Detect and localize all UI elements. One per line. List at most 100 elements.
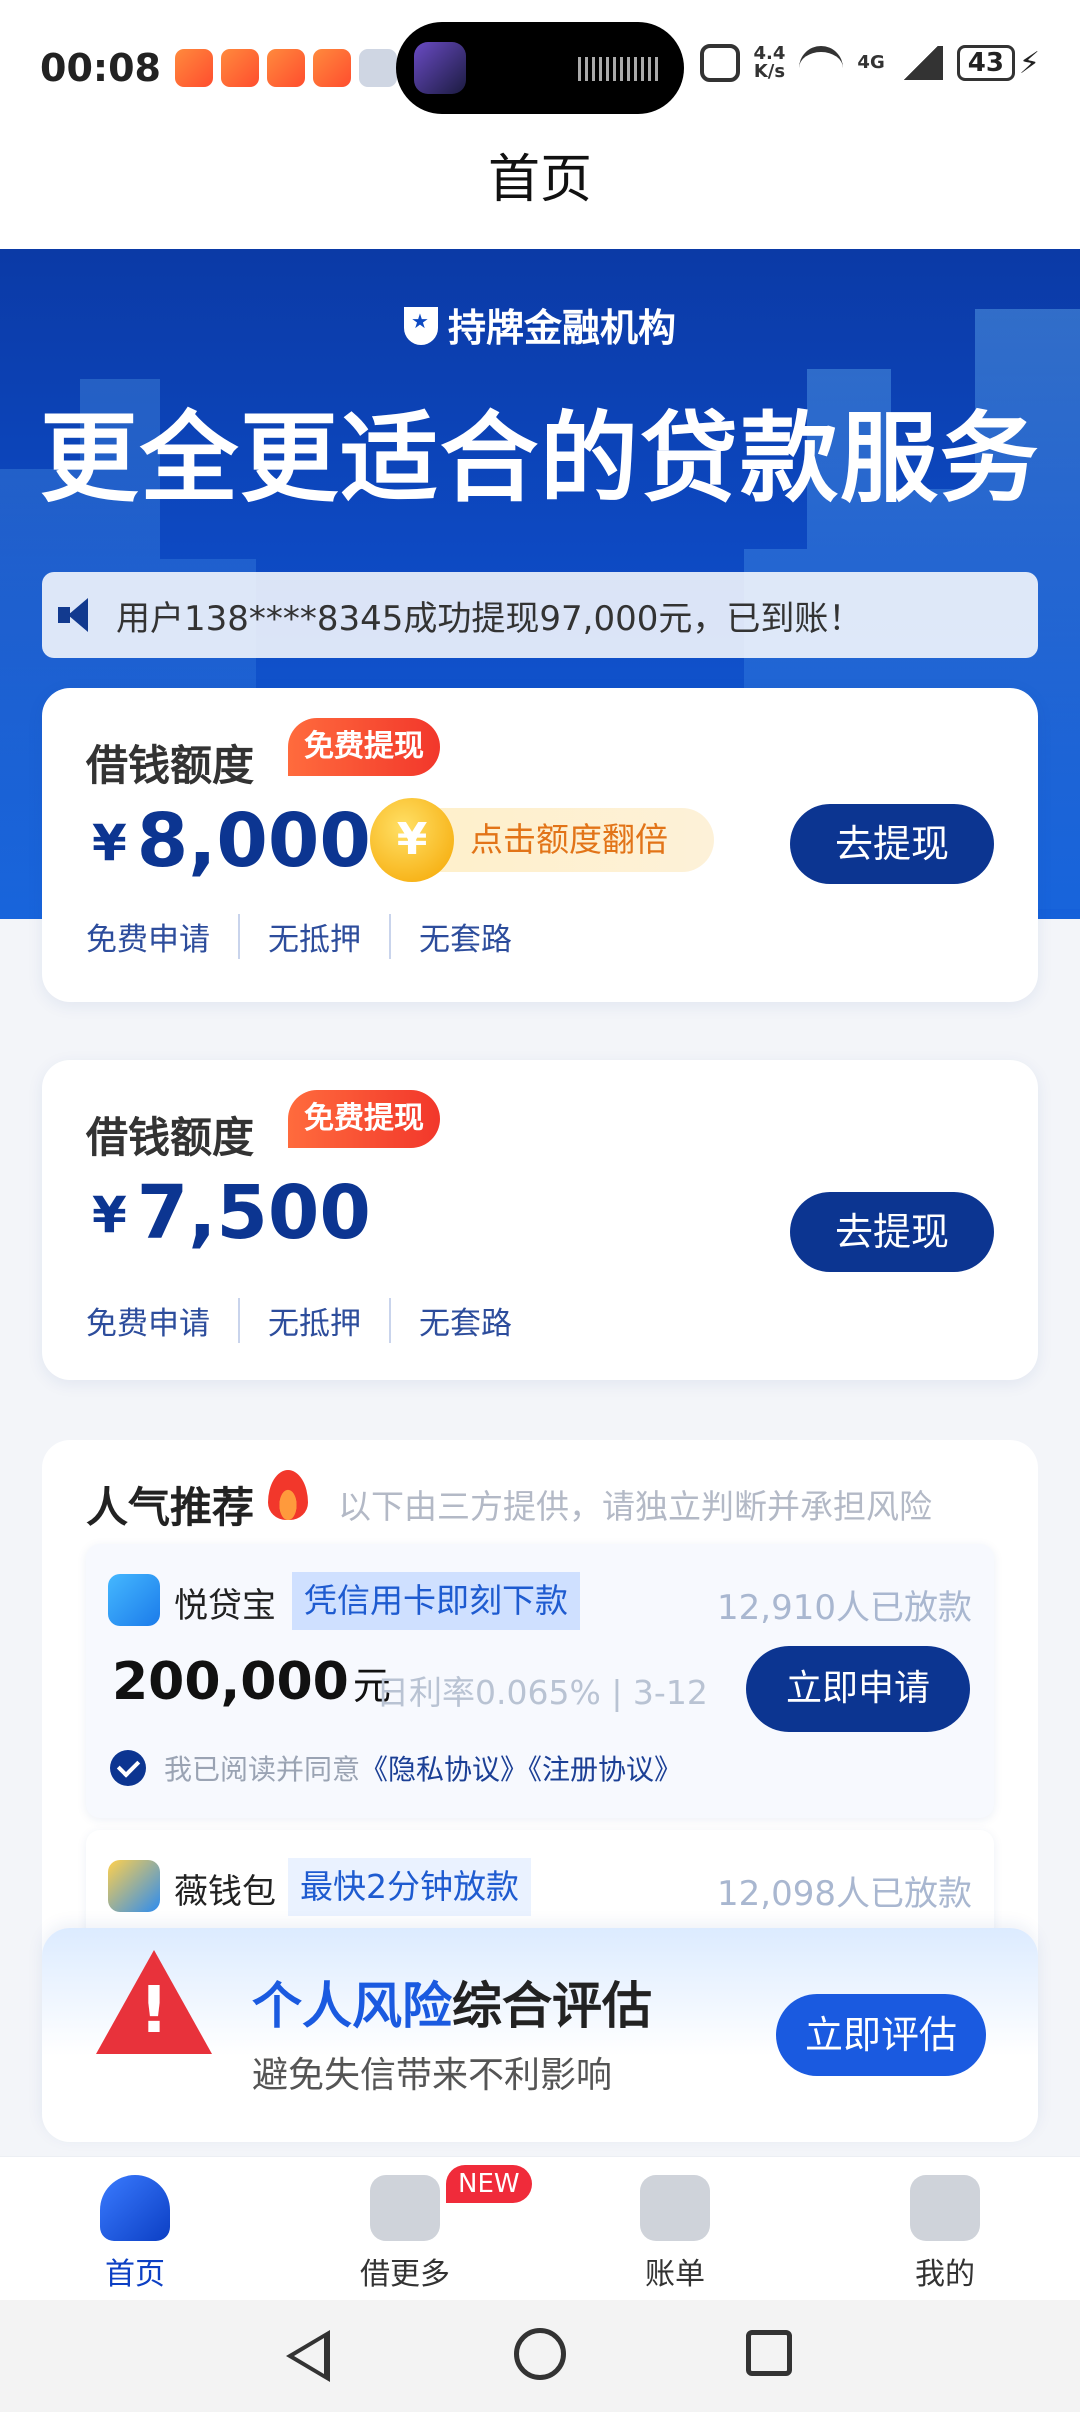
- notification-app-icon: [266, 48, 305, 87]
- agreement-links[interactable]: 《隐私协议》《注册协议》: [360, 1748, 682, 1788]
- new-badge: NEW: [446, 2165, 532, 2203]
- media-thumbnail-icon: [414, 42, 466, 94]
- quota-label: 借钱额度: [86, 741, 255, 790]
- tab-borrow-more[interactable]: NEW 借更多: [270, 2157, 540, 2300]
- charging-icon: ⚡: [1018, 45, 1040, 81]
- interest-rate: 日利率0.065% | 3-12: [376, 1673, 708, 1712]
- amount-value: 200,000: [112, 1652, 349, 1712]
- ticker-text: 用户138****8345成功提现97,000元，已到账！: [116, 598, 863, 639]
- system-nav-bar: [0, 2300, 1080, 2412]
- amount-value: 7,500: [136, 1170, 371, 1256]
- max-amount: 200,000 元: [112, 1652, 391, 1712]
- apply-button[interactable]: 立即申请: [746, 1646, 970, 1732]
- back-icon[interactable]: [286, 2330, 330, 2382]
- network-type: 4G: [857, 52, 885, 73]
- double-quota-button[interactable]: ¥ 点击额度翻倍: [370, 798, 714, 882]
- currency-symbol: ¥: [92, 1186, 127, 1244]
- free-withdraw-badge: 免费提现: [288, 1090, 440, 1148]
- fire-icon: [268, 1470, 308, 1520]
- amount-value: 8,000: [136, 798, 371, 884]
- warning-mark: !: [139, 1974, 169, 2048]
- assess-button[interactable]: 立即评估: [776, 1994, 986, 2076]
- risk-subtitle: 避免失信带来不利影响: [252, 2055, 613, 2096]
- profile-tab-icon: [910, 2175, 980, 2241]
- product-logo-icon: [108, 1574, 160, 1626]
- battery-indicator: 43 ⚡: [956, 45, 1040, 81]
- shield-icon: [403, 307, 438, 345]
- license-text: 持牌金融机构: [447, 306, 676, 350]
- tab-label: 借更多: [360, 2257, 450, 2292]
- banner-headline: 更全更适合的贷款服务: [39, 402, 1040, 516]
- recent-icon[interactable]: [746, 2330, 792, 2376]
- coin-icon: ¥: [370, 798, 454, 882]
- tab-label: 我的: [915, 2257, 975, 2292]
- agreement-row[interactable]: 我已阅读并同意 《隐私协议》《注册协议》: [110, 1748, 682, 1788]
- tab-profile[interactable]: 我的: [810, 2157, 1080, 2300]
- notification-app-icon: [312, 48, 351, 87]
- product-card[interactable]: 悦贷宝 凭信用卡即刻下款 12,910人已放款 200,000 元 日利率0.06…: [86, 1544, 994, 1818]
- product-name: 薇钱包: [174, 1872, 276, 1912]
- risk-title-highlight: 个人风险: [252, 1977, 452, 2035]
- feature-tag: 免费申请: [86, 922, 210, 958]
- product-name: 悦贷宝: [174, 1586, 276, 1626]
- section-title: 人气推荐: [86, 1483, 255, 1532]
- risk-disclaimer: 以下由三方提供，请独立判断并承担风险: [338, 1487, 932, 1526]
- double-quota-label: 点击额度翻倍: [470, 820, 668, 859]
- home-tab-icon: [100, 2175, 170, 2241]
- quota-card: 借钱额度 免费提现 ¥8,000 ¥ 点击额度翻倍 去提现 免费申请 无抵押 无…: [42, 688, 1038, 1002]
- dynamic-island[interactable]: [396, 22, 684, 114]
- risk-assessment-card[interactable]: ! 个人风险综合评估 避免失信带来不利影响 立即评估: [42, 1928, 1038, 2142]
- net-speed-unit: K/s: [753, 61, 786, 82]
- quota-label: 借钱额度: [86, 1113, 255, 1162]
- bill-tab-icon: [640, 2175, 710, 2241]
- audio-wave-icon: [578, 57, 658, 81]
- borrow-tab-icon: [370, 2175, 440, 2241]
- tab-home[interactable]: 首页: [0, 2157, 270, 2300]
- quota-amount: ¥8,000: [92, 798, 371, 884]
- headphones-icon: [699, 44, 740, 82]
- feature-tag: 无套路: [389, 1298, 540, 1343]
- net-speed: 4.4 K/s: [754, 45, 786, 81]
- loan-count: 12,910人已放款: [717, 1588, 972, 1628]
- risk-title: 个人风险综合评估: [252, 1966, 652, 2038]
- feature-tags: 免费申请 无抵押 无套路: [86, 1298, 540, 1343]
- notification-app-icon: [220, 48, 259, 87]
- currency-symbol: ¥: [92, 814, 127, 872]
- recommend-section: 人气推荐 以下由三方提供，请独立判断并承担风险 悦贷宝 凭信用卡即刻下款 12,…: [42, 1440, 1038, 1960]
- tab-label: 首页: [105, 2257, 165, 2292]
- status-time: 00:08: [40, 45, 161, 90]
- quota-card: 借钱额度 免费提现 ¥7,500 去提现 免费申请 无抵押 无套路: [42, 1060, 1038, 1380]
- risk-title-rest: 综合评估: [452, 1977, 652, 2035]
- free-withdraw-badge: 免费提现: [288, 718, 440, 776]
- feature-tag: 无抵押: [238, 914, 389, 959]
- page-title: 首页: [487, 150, 592, 210]
- tab-bills[interactable]: 账单: [540, 2157, 810, 2300]
- feature-tag: 无套路: [389, 914, 540, 959]
- home-icon[interactable]: [514, 2328, 566, 2380]
- product-logo-icon: [108, 1860, 160, 1912]
- announcement-ticker[interactable]: 用户138****8345成功提现97,000元，已到账！: [42, 572, 1038, 658]
- battery-level: 43: [956, 45, 1015, 81]
- notification-app-icon: [358, 48, 397, 87]
- status-indicators: 4.4 K/s 4G 43 ⚡: [699, 44, 1040, 82]
- license-label: 持牌金融机构: [0, 297, 1080, 352]
- withdraw-button[interactable]: 去提现: [790, 1192, 994, 1272]
- tab-label: 账单: [645, 2257, 705, 2292]
- feature-tag: 无抵押: [238, 1298, 389, 1343]
- feature-tags: 免费申请 无抵押 无套路: [86, 914, 540, 959]
- withdraw-button[interactable]: 去提现: [790, 804, 994, 884]
- bottom-nav: 首页 NEW 借更多 账单 我的: [0, 2156, 1080, 2300]
- quota-amount: ¥7,500: [92, 1170, 371, 1256]
- check-icon[interactable]: [110, 1750, 146, 1786]
- product-tag: 凭信用卡即刻下款: [292, 1572, 580, 1630]
- status-bar: 00:08 4.4 K/s 4G 43 ⚡: [0, 0, 1080, 135]
- feature-tag: 免费申请: [86, 1306, 210, 1342]
- title-bar: 首页: [0, 135, 1080, 249]
- loan-count: 12,098人已放款: [717, 1874, 972, 1914]
- signal-icon: [898, 46, 943, 80]
- speaker-icon: [58, 598, 98, 632]
- agreement-text: 我已阅读并同意: [164, 1753, 361, 1786]
- notification-app-icon: [174, 48, 213, 87]
- wifi-icon: [799, 46, 844, 80]
- product-tag: 最快2分钟放款: [288, 1858, 531, 1916]
